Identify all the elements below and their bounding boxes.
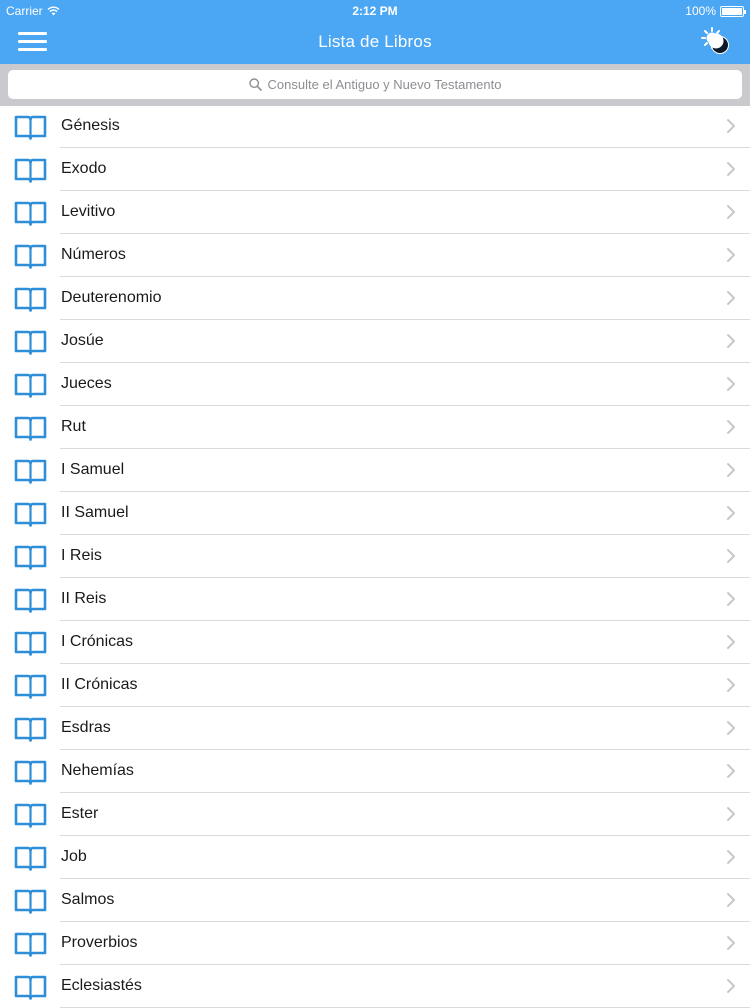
navigation-bar: Lista de Libros (0, 20, 750, 64)
chevron-right-icon (727, 850, 735, 864)
book-label: II Samuel (61, 504, 129, 521)
search-input[interactable]: Consulte el Antiguo y Nuevo Testamento (8, 70, 742, 99)
open-book-icon (14, 803, 47, 828)
book-list-item[interactable]: Números (0, 234, 750, 277)
open-book-icon (14, 889, 47, 914)
book-list-item[interactable]: I Crónicas (0, 621, 750, 664)
open-book-icon (14, 717, 47, 742)
open-book-icon (14, 975, 47, 1000)
open-book-icon (14, 846, 47, 871)
open-book-icon (14, 373, 47, 398)
book-label: Job (61, 848, 87, 865)
chevron-right-icon (727, 764, 735, 778)
chevron-right-icon (727, 549, 735, 563)
open-book-icon (14, 588, 47, 613)
book-label: I Samuel (61, 461, 125, 478)
chevron-right-icon (727, 162, 735, 176)
book-label: Jueces (61, 375, 112, 392)
chevron-right-icon (727, 721, 735, 735)
chevron-right-icon (727, 979, 735, 993)
chevron-right-icon (727, 377, 735, 391)
book-label: Ester (61, 805, 99, 822)
book-label: Esdras (61, 719, 111, 736)
chevron-right-icon (727, 420, 735, 434)
book-label: Génesis (61, 117, 120, 134)
open-book-icon (14, 674, 47, 699)
book-list-item[interactable]: Job (0, 836, 750, 879)
open-book-icon (14, 459, 47, 484)
open-book-icon (14, 330, 47, 355)
open-book-icon (14, 287, 47, 312)
open-book-icon (14, 158, 47, 183)
chevron-right-icon (727, 592, 735, 606)
book-label: II Crónicas (61, 676, 138, 693)
battery-percent: 100% (685, 4, 716, 18)
day-night-toggle-icon (701, 27, 729, 54)
open-book-icon (14, 244, 47, 269)
book-label: Levitivo (61, 203, 116, 220)
chevron-right-icon (727, 506, 735, 520)
book-list-item[interactable]: Deuterenomio (0, 277, 750, 320)
book-list-item[interactable]: Eclesiastés (0, 965, 750, 1008)
book-list-item[interactable]: Rut (0, 406, 750, 449)
search-bar-container: Consulte el Antiguo y Nuevo Testamento (0, 64, 750, 106)
open-book-icon (14, 760, 47, 785)
book-label: Josúe (61, 332, 104, 349)
open-book-icon (14, 416, 47, 441)
search-icon (248, 78, 262, 91)
book-label: Proverbios (61, 934, 138, 951)
chevron-right-icon (727, 936, 735, 950)
book-list-item[interactable]: II Reis (0, 578, 750, 621)
book-list-item[interactable]: II Crónicas (0, 664, 750, 707)
chevron-right-icon (727, 463, 735, 477)
book-list-item[interactable]: Exodo (0, 148, 750, 191)
open-book-icon (14, 631, 47, 656)
chevron-right-icon (727, 334, 735, 348)
book-list: Génesis Exodo Levitivo Números Deuterenomio J… (0, 105, 750, 1008)
book-list-item[interactable]: II Samuel (0, 492, 750, 535)
book-label: II Reis (61, 590, 107, 607)
book-list-item[interactable]: Nehemías (0, 750, 750, 793)
page-title: Lista de Libros (318, 32, 432, 51)
book-list-item[interactable]: Génesis (0, 105, 750, 148)
chevron-right-icon (727, 248, 735, 262)
book-label: Salmos (61, 891, 115, 908)
chevron-right-icon (727, 119, 735, 133)
book-label: Eclesiastés (61, 977, 142, 994)
status-bar: Carrier 2:12 PM 100% (0, 0, 750, 20)
book-list-item[interactable]: Esdras (0, 707, 750, 750)
book-list-item[interactable]: Proverbios (0, 922, 750, 965)
book-list-item[interactable]: I Reis (0, 535, 750, 578)
book-label: I Reis (61, 547, 102, 564)
book-label: Exodo (61, 160, 107, 177)
chevron-right-icon (727, 635, 735, 649)
book-label: Números (61, 246, 126, 263)
chevron-right-icon (727, 893, 735, 907)
open-book-icon (14, 201, 47, 226)
status-time: 2:12 PM (352, 4, 398, 18)
book-list-item[interactable]: Levitivo (0, 191, 750, 234)
top-bar: Carrier 2:12 PM 100% Lista de Libros (0, 0, 750, 64)
chevron-right-icon (727, 807, 735, 821)
status-battery: 100% (685, 4, 746, 18)
open-book-icon (14, 545, 47, 570)
open-book-icon (14, 932, 47, 957)
chevron-right-icon (727, 205, 735, 219)
battery-icon (720, 5, 746, 17)
book-label: Rut (61, 418, 86, 435)
chevron-right-icon (727, 678, 735, 692)
search-placeholder: Consulte el Antiguo y Nuevo Testamento (267, 77, 502, 92)
book-label: Nehemías (61, 762, 134, 779)
book-label: I Crónicas (61, 633, 134, 650)
book-label: Deuterenomio (61, 289, 162, 306)
chevron-right-icon (727, 291, 735, 305)
open-book-icon (14, 115, 47, 140)
day-night-toggle-button[interactable] (700, 26, 732, 58)
book-list-item[interactable]: Ester (0, 793, 750, 836)
open-book-icon (14, 502, 47, 527)
book-list-item[interactable]: Josúe (0, 320, 750, 363)
book-list-item[interactable]: Jueces (0, 363, 750, 406)
book-list-item[interactable]: I Samuel (0, 449, 750, 492)
book-list-item[interactable]: Salmos (0, 879, 750, 922)
